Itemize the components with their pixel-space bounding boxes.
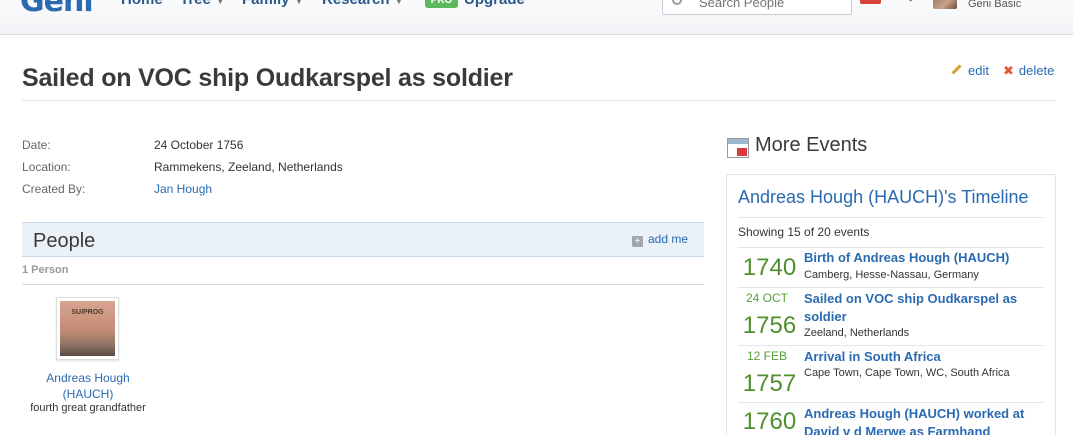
page-title: Sailed on VOC ship Oudkarspel as soldier xyxy=(22,64,513,92)
person-photo[interactable]: SU/PROG xyxy=(56,297,119,360)
profile-photo: SU/PROG xyxy=(60,301,115,356)
event-place: Cape Town, Cape Town, WC, South Africa xyxy=(804,367,1010,379)
date-value: 24 October 1756 xyxy=(154,138,244,152)
event-title-link[interactable]: Birth of Andreas Hough (HAUCH) xyxy=(804,249,1039,267)
divider xyxy=(22,284,704,285)
close-icon: ✖ xyxy=(1003,63,1014,78)
person-count: 1 Person xyxy=(22,264,69,276)
tools-icon[interactable] xyxy=(904,0,914,4)
event-year: 1740 xyxy=(742,254,797,281)
event-year: 1756 xyxy=(742,312,797,339)
divider xyxy=(22,100,1056,101)
people-title: People xyxy=(33,230,96,252)
search-box[interactable] xyxy=(662,0,852,15)
divider xyxy=(738,345,1044,346)
pencil-icon xyxy=(951,64,962,75)
account-label[interactable]: Geni Basic xyxy=(968,0,1021,10)
more-events-title: More Events xyxy=(755,134,868,156)
divider xyxy=(738,247,1044,248)
top-nav-bar: Geni Home Tree▼ Family▼ Research▼ PRO Up… xyxy=(0,0,1073,35)
timeline-count: Showing 15 of 20 events xyxy=(738,225,870,239)
event-date: 24 OCT xyxy=(745,291,788,305)
geni-logo[interactable]: Geni xyxy=(20,0,94,19)
location-value: Rammekens, Zeeland, Netherlands xyxy=(154,160,343,174)
chevron-down-icon: ▼ xyxy=(294,0,304,6)
timeline-panel: Andreas Hough (HAUCH)'s Timeline Showing… xyxy=(726,174,1056,435)
date-label: Date: xyxy=(22,138,51,152)
created-by-link[interactable]: Jan Hough xyxy=(154,182,212,196)
event-year: 1760 xyxy=(742,408,797,435)
event-title-link[interactable]: Andreas Hough (HAUCH) worked at David v … xyxy=(804,405,1039,435)
inbox-icon[interactable] xyxy=(860,0,881,4)
divider xyxy=(738,402,1044,403)
person-relation: fourth great grandfather xyxy=(30,402,146,414)
people-header: People + add me xyxy=(22,222,704,257)
search-input[interactable] xyxy=(699,0,847,12)
chevron-down-icon: ▼ xyxy=(215,0,225,6)
event-title-link[interactable]: Sailed on VOC ship Oudkarspel as soldier xyxy=(804,290,1039,326)
nav-home[interactable]: Home xyxy=(121,0,163,8)
event-place: Zeeland, Netherlands xyxy=(804,327,910,339)
event-title-link[interactable]: Arrival in South Africa xyxy=(804,348,1039,366)
edit-button[interactable]: edit xyxy=(951,63,989,78)
delete-button[interactable]: ✖ delete xyxy=(1003,63,1054,79)
event-year: 1757 xyxy=(742,370,797,397)
person-name-link[interactable]: Andreas Hough (HAUCH) xyxy=(22,370,154,402)
pro-badge: PRO xyxy=(425,0,458,8)
calendar-icon xyxy=(727,138,749,158)
divider xyxy=(738,287,1044,288)
chevron-down-icon: ▼ xyxy=(394,0,404,6)
event-place: Camberg, Hesse-Nassau, Germany xyxy=(804,269,979,281)
nav-upgrade[interactable]: Upgrade xyxy=(464,0,525,8)
created-by-label: Created By: xyxy=(22,182,86,196)
location-label: Location: xyxy=(22,160,71,174)
nav-tree[interactable]: Tree▼ xyxy=(180,0,225,8)
add-me-button[interactable]: + add me xyxy=(632,232,688,247)
nav-research[interactable]: Research▼ xyxy=(322,0,403,8)
timeline-title-link[interactable]: Andreas Hough (HAUCH)'s Timeline xyxy=(738,187,1029,208)
nav-family[interactable]: Family▼ xyxy=(242,0,303,8)
search-icon xyxy=(672,0,682,5)
divider xyxy=(738,217,1044,218)
event-date: 12 FEB xyxy=(746,349,788,363)
plus-icon: + xyxy=(632,236,643,247)
avatar[interactable] xyxy=(933,0,957,9)
